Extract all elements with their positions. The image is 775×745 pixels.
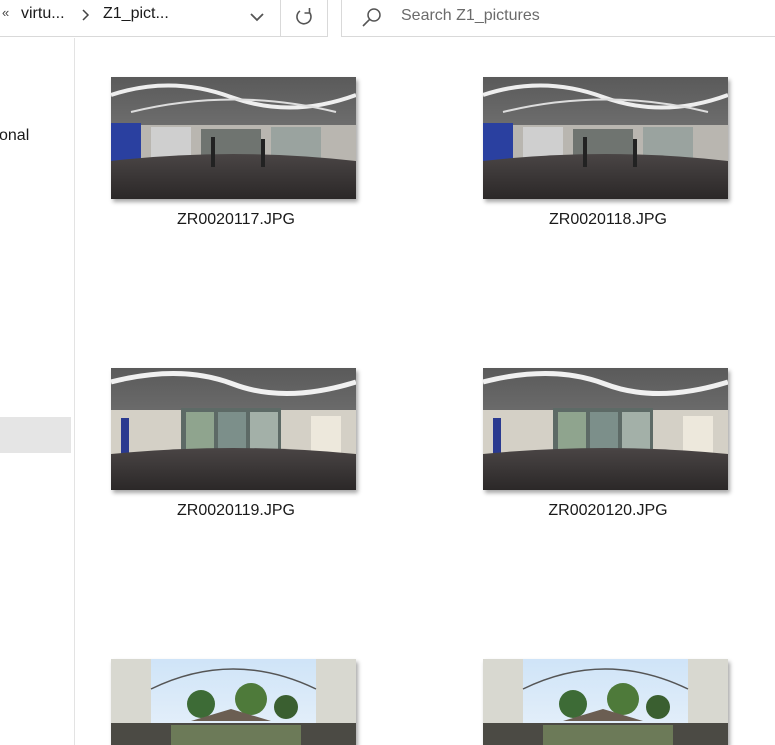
search-icon: [362, 8, 381, 27]
address-bar[interactable]: « virtu... Z1_pict...: [0, 0, 281, 37]
overflow-chevron-icon[interactable]: «: [2, 5, 9, 20]
breadcrumb-item-virtu[interactable]: virtu...: [21, 5, 65, 23]
file-name[interactable]: ZR0020119.JPG: [111, 502, 361, 520]
search-input[interactable]: Search Z1_pictures: [401, 7, 540, 25]
chevron-right-icon[interactable]: [79, 5, 93, 25]
file-name[interactable]: ZR0020118.JPG: [483, 211, 733, 229]
top-bar: « virtu... Z1_pict... Search Z1_pictures: [0, 0, 775, 38]
search-box[interactable]: Search Z1_pictures: [341, 0, 775, 37]
image-thumbnail[interactable]: [111, 77, 356, 199]
refresh-button[interactable]: [281, 0, 328, 37]
file-name[interactable]: ZR0020120.JPG: [483, 502, 733, 520]
image-thumbnail[interactable]: [483, 77, 728, 199]
chevron-down-icon[interactable]: [243, 5, 271, 31]
breadcrumb-item-z1-pictures[interactable]: Z1_pict...: [103, 5, 169, 23]
refresh-icon: [296, 8, 312, 25]
file-name[interactable]: ZR0020117.JPG: [111, 211, 361, 229]
nav-item-partial[interactable]: onal: [0, 127, 29, 145]
nav-item-selected[interactable]: [0, 417, 71, 453]
image-thumbnail[interactable]: [111, 368, 356, 490]
image-thumbnail[interactable]: [483, 659, 728, 745]
image-thumbnail[interactable]: [111, 659, 356, 745]
navigation-pane: onal: [0, 38, 75, 745]
image-thumbnail[interactable]: [483, 368, 728, 490]
